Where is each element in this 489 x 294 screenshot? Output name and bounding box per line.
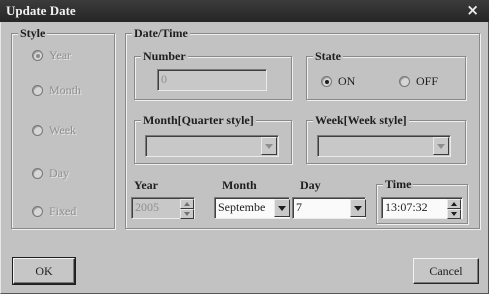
- radio-label: ON: [338, 74, 356, 88]
- radio-indicator: [32, 125, 43, 136]
- style-radio-month[interactable]: Month: [32, 83, 81, 98]
- radio-indicator: [321, 76, 332, 87]
- chevron-down-icon[interactable]: [261, 137, 277, 155]
- week-week-group: Week[Week style]: [306, 113, 466, 164]
- month-quarter-select[interactable]: [145, 135, 279, 157]
- style-group-title: Style: [18, 26, 48, 40]
- month-quarter-group: Month[Quarter style]: [134, 113, 292, 164]
- radio-indicator: [32, 168, 43, 179]
- radio-label: Fixed: [49, 204, 77, 218]
- cancel-button[interactable]: Cancel: [413, 258, 479, 284]
- chevron-down-icon[interactable]: [350, 199, 366, 217]
- radio-label: OFF: [416, 74, 439, 88]
- arrow-down-icon[interactable]: [447, 209, 461, 219]
- radio-indicator: [399, 76, 410, 87]
- month-quarter-group-title: Month[Quarter style]: [141, 113, 256, 127]
- datetime-group-title: Date/Time: [132, 26, 190, 40]
- chevron-down-icon[interactable]: [433, 137, 449, 155]
- week-week-select[interactable]: [317, 135, 451, 157]
- state-radio-on[interactable]: ON: [321, 74, 355, 89]
- chevron-down-icon[interactable]: [274, 199, 290, 217]
- arrow-up-icon[interactable]: [180, 199, 194, 209]
- radio-label: Week: [49, 123, 77, 137]
- time-group-title: Time: [383, 177, 414, 191]
- radio-label: Day: [49, 166, 69, 180]
- radio-label: Month: [49, 83, 82, 97]
- month-label: Month: [222, 178, 257, 192]
- update-date-dialog: Style Year Month Week Day Fixed Date/Tim…: [0, 22, 489, 294]
- radio-indicator: [32, 85, 43, 96]
- day-label: Day: [300, 178, 321, 192]
- style-radio-year[interactable]: Year: [32, 48, 71, 63]
- radio-label: Year: [49, 48, 72, 62]
- window-title: Update Date: [6, 3, 76, 18]
- time-group: Time 13:07:32: [376, 177, 468, 224]
- datetime-group: Date/Time Number 0 State ON OFF Month[Qu…: [125, 26, 480, 229]
- style-group: Style Year Month Week Day Fixed: [11, 26, 115, 229]
- style-radio-day[interactable]: Day: [32, 166, 69, 181]
- style-radio-fixed[interactable]: Fixed: [32, 204, 76, 219]
- arrow-down-icon[interactable]: [180, 209, 194, 219]
- number-input[interactable]: 0: [157, 69, 267, 91]
- radio-indicator: [32, 50, 43, 61]
- state-group: State ON OFF: [306, 49, 466, 100]
- state-group-title: State: [313, 49, 343, 63]
- title-bar: Update Date ×: [0, 0, 489, 22]
- arrow-up-icon[interactable]: [447, 199, 461, 209]
- close-icon[interactable]: ×: [466, 1, 479, 19]
- number-group-title: Number: [141, 49, 188, 63]
- style-radio-week[interactable]: Week: [32, 123, 76, 138]
- radio-indicator: [32, 206, 43, 217]
- week-week-group-title: Week[Week style]: [313, 113, 409, 127]
- number-group: Number 0: [134, 49, 292, 100]
- ok-button[interactable]: OK: [12, 257, 76, 285]
- year-label: Year: [134, 178, 158, 192]
- state-radio-off[interactable]: OFF: [399, 74, 438, 89]
